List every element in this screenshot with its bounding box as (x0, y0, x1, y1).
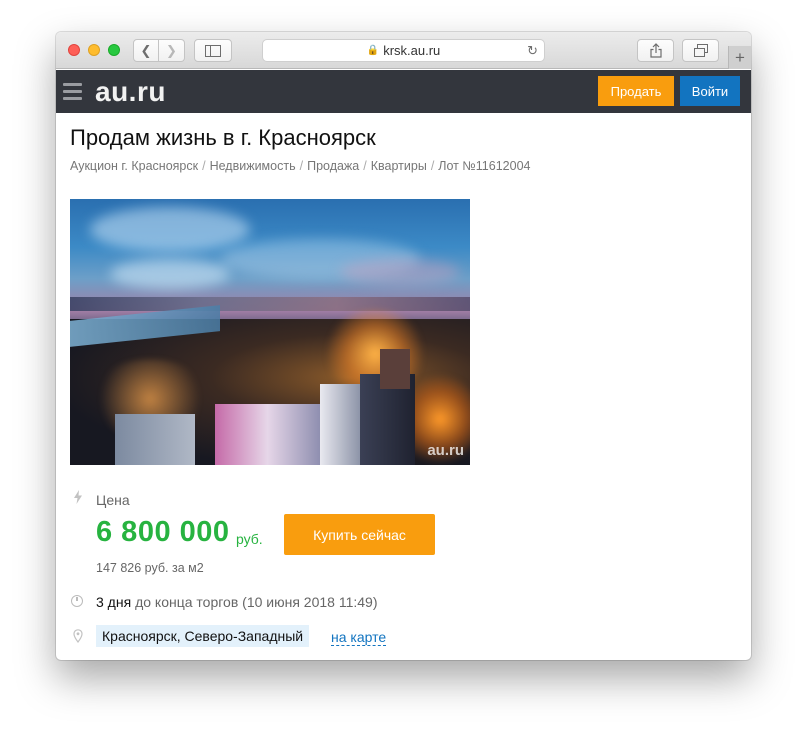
tabs-icon (693, 44, 708, 57)
reload-icon[interactable]: ↻ (527, 43, 538, 59)
sell-button[interactable]: Продать (598, 76, 674, 106)
back-button[interactable]: ❮ (133, 39, 159, 62)
plus-icon: + (735, 47, 745, 67)
price-value: 6 800 000 (96, 516, 230, 548)
location-pin-icon (73, 629, 83, 643)
sidebar-toggle-button[interactable] (194, 39, 232, 62)
minimize-window-button[interactable] (88, 44, 100, 56)
forward-button[interactable]: ❯ (159, 39, 185, 62)
address-bar[interactable]: 🔒 krsk.au.ru ↻ (262, 39, 545, 62)
chevron-left-icon: ❮ (140, 42, 152, 58)
site-logo[interactable]: au.ru (95, 76, 166, 108)
price-currency: руб. (236, 531, 263, 547)
auction-time-left: 3 дня до конца торгов (10 июня 2018 11:4… (96, 594, 378, 610)
breadcrumb-item[interactable]: Продажа (307, 159, 359, 173)
maximize-window-button[interactable] (108, 44, 120, 56)
login-button[interactable]: Войти (680, 76, 740, 106)
timer-icon (71, 595, 83, 607)
time-left-text: до конца торгов (135, 594, 239, 610)
breadcrumb-item: Лот №11612004 (438, 159, 531, 173)
lock-icon: 🔒 (366, 45, 380, 56)
auction-end-date: (10 июня 2018 11:49) (242, 594, 378, 610)
price-per-m2: 147 826 руб. за м2 (96, 561, 204, 575)
breadcrumb-separator: / (430, 159, 435, 173)
new-tab-button[interactable]: + (728, 46, 751, 69)
close-window-button[interactable] (68, 44, 80, 56)
breadcrumb-item[interactable]: Аукцион г. Красноярск (70, 159, 198, 173)
share-button[interactable] (637, 39, 674, 62)
breadcrumb-item[interactable]: Квартиры (371, 159, 427, 173)
page-title: Продам жизнь в г. Красноярск (70, 125, 376, 150)
price-label: Цена (96, 492, 130, 508)
breadcrumb-item[interactable]: Недвижимость (210, 159, 296, 173)
menu-icon[interactable] (63, 83, 82, 100)
buy-now-button[interactable]: Купить сейчас (284, 514, 435, 555)
breadcrumb-separator: / (202, 159, 206, 173)
map-link[interactable]: на карте (331, 629, 387, 646)
time-left-value: 3 дня (96, 594, 132, 610)
browser-window: ❮ ❯ 🔒 krsk.au.ru ↻ + au.ru Продать Войти… (56, 32, 751, 660)
url-text: krsk.au.ru (383, 43, 441, 58)
breadcrumb-separator: / (299, 159, 304, 173)
listing-photo[interactable]: au.ru (70, 199, 470, 465)
photo-watermark: au.ru (427, 442, 464, 459)
lightning-icon (73, 490, 83, 504)
location-badge: Красноярск, Северо-Западный (96, 625, 310, 647)
breadcrumb-separator: / (363, 159, 367, 173)
breadcrumb: Аукцион г. Красноярск / Недвижимость / Прода… (70, 159, 530, 173)
history-nav: ❮ ❯ (133, 39, 185, 62)
show-tabs-button[interactable] (682, 39, 719, 62)
sidebar-icon (205, 44, 221, 57)
share-icon (649, 43, 662, 58)
chevron-right-icon: ❯ (166, 42, 177, 58)
browser-toolbar: ❮ ❯ 🔒 krsk.au.ru ↻ + (56, 32, 751, 69)
